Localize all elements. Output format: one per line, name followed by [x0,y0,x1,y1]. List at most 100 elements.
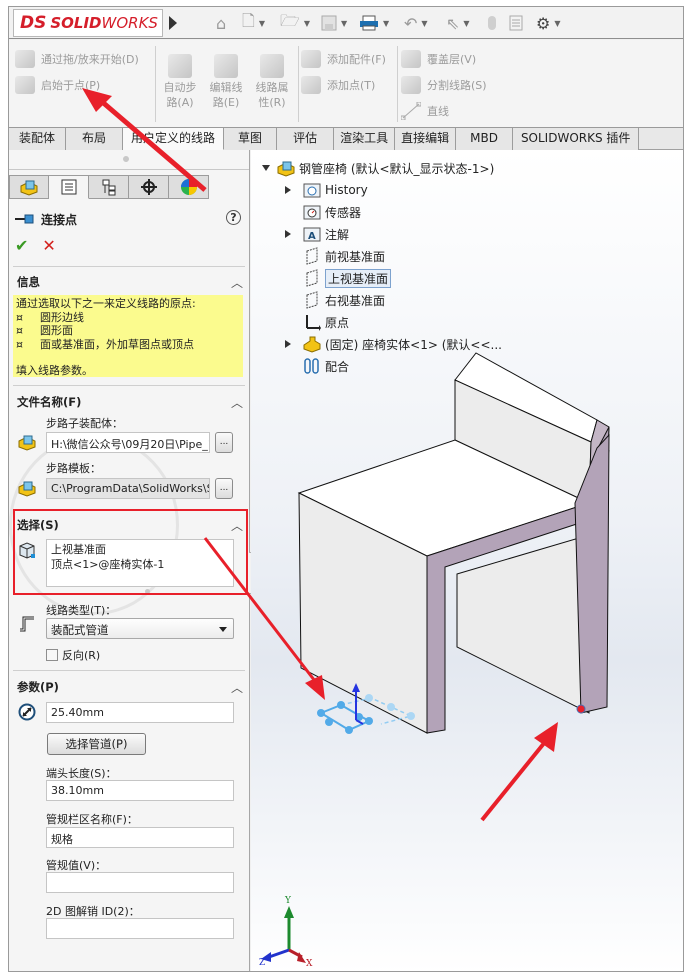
select-pipe-button[interactable]: 选择管道(P) [47,733,146,755]
reverse-checkbox[interactable] [46,649,58,661]
browse-sub-assembly-button[interactable]: ... [215,432,233,453]
collapse-chevron-icon[interactable]: ︿ [231,394,243,411]
save-icon[interactable]: ▼ [321,13,347,33]
dimxpert-manager-tab[interactable] [129,175,169,199]
ribbon-separator [397,46,398,122]
edit-route-button[interactable]: 编辑线 路(E) [203,54,249,110]
collapse-chevron-icon[interactable]: ︿ [231,274,243,291]
add-fitting-label: 添加配件(F) [327,53,386,66]
tab-solidworks-addins[interactable]: SOLIDWORKS 插件 [512,128,640,150]
graphics-viewport[interactable]: 钢管座椅 (默认<默认_显示状态-1>) History 传感器 A 注解 前视… [251,150,684,972]
info-bullet: ¤ 圆形面 [16,324,240,338]
selection-item[interactable]: 顶点<1>@座椅实体-1 [51,557,229,572]
view-triad: Y Z X [259,896,313,969]
template-path-input[interactable]: C:\ProgramData\SolidWorks\SOLIDWORKS [46,478,210,499]
triad-x-label: X [306,959,313,969]
info-intro: 通过选取以下之一来定义线路的原点: [16,297,196,310]
selection-cube-icon [19,542,35,559]
inner-back-panel [456,534,590,714]
info-bullet-text: 圆形边线 [40,310,84,324]
add-point-button[interactable]: 添加点(T) [301,76,375,94]
spec-column-label: 管规栏区名称(F)： [46,813,138,826]
print-icon[interactable]: ▼ [359,13,389,33]
open-file-icon[interactable]: 🗁 ▼ [280,11,310,33]
split-route-icon [401,76,421,94]
tab-layout[interactable]: 布局 [66,128,124,150]
spec-column-input[interactable]: 规格 [46,827,234,848]
list-resize-grip-icon[interactable] [145,589,150,594]
collapse-chevron-icon[interactable]: ︿ [231,679,243,696]
assembly-icon [18,481,36,497]
browse-template-button[interactable]: ... [215,478,233,499]
tab-direct-editing[interactable]: 直接编辑 [395,128,457,150]
cancel-x-button[interactable]: ✕ [42,236,55,255]
chevron-down-icon [219,627,227,632]
panel-splitter[interactable] [9,150,249,170]
start-at-point-button[interactable]: 启始于点(P) [15,76,100,94]
add-fitting-button[interactable]: 添加配件(F) [301,50,386,68]
route-props-label-2: 性(R) [258,96,286,109]
solidworks-logo[interactable]: DS SOLID WORKS [13,9,163,37]
help-icon[interactable]: ? [226,210,241,225]
bullet-icon: ¤ [16,324,23,337]
home-icon[interactable]: ⌂ [216,13,226,33]
reverse-checkbox-row[interactable]: 反向(R) [46,647,100,663]
parameters-group-header[interactable]: 参数(P) ︿ [17,679,243,695]
menu-expand-arrow-icon[interactable] [169,16,177,30]
sub-assembly-path-input[interactable]: H:\微信公众号\09月20日\Pipe_1 [46,432,210,453]
tab-render-tools[interactable]: 渲染工具 [334,128,396,150]
sub-assembly-label: 步路子装配体： [46,417,123,430]
route-type-dropdown[interactable]: 装配式管道 [46,618,234,639]
brand-bold: SOLID [50,14,102,32]
line-icon [400,101,422,121]
info-group-header[interactable]: 信息 ︿ [17,274,243,290]
info-message-box: 通过选取以下之一来定义线路的原点: ¤ 圆形边线 ¤ 圆形面 ¤ 面或基准面，外加草图… [13,295,243,377]
configuration-manager-tab[interactable] [89,175,129,199]
chair-model[interactable]: Y Z X [251,150,684,972]
select-pointer-icon[interactable]: ⇖ ▼ [446,13,470,33]
route-type-label: 线路类型(T)： [46,604,117,617]
traffic-light-icon[interactable] [487,13,497,33]
file-properties-icon[interactable] [509,13,523,33]
solidworks-window: DS SOLID WORKS ⌂ 🗋 ▼ 🗁 ▼ ▼ ▼ ↶ ▼ ⇖ ▼ ⚙ ▼ 通过拖/放… [8,6,684,972]
collapse-chevron-icon[interactable]: ︿ [231,517,243,534]
start-at-point-label: 启始于点(P) [41,79,101,92]
route-type-pipe-icon [20,616,34,632]
drag-drop-start-label: 通过拖/放来开始(D) [41,53,139,66]
end-length-input[interactable]: 38.10mm [46,780,234,801]
diameter-input[interactable]: 25.40mm [46,702,234,723]
tab-mbd[interactable]: MBD [456,128,513,150]
undo-icon[interactable]: ↶ ▼ [404,13,428,33]
tab-evaluate[interactable]: 评估 [277,128,335,150]
new-file-icon[interactable]: 🗋 ▼ [242,11,265,33]
route-type-value: 装配式管道 [51,623,109,637]
edit-route-icon [214,54,238,78]
line-button[interactable]: 直线 [400,101,449,121]
cover-icon [401,50,421,68]
split-route-button[interactable]: 分割线路(S) [401,76,487,94]
file-name-group-header[interactable]: 文件名称(F) ︿ [17,394,243,410]
display-manager-tab[interactable] [169,175,209,199]
start-point-icon [15,76,35,94]
cover-button[interactable]: 覆盖层(V) [401,50,476,68]
selection-item[interactable]: 上视基准面 [51,542,229,557]
drag-drop-start-button[interactable]: 通过拖/放来开始(D) [15,50,139,68]
selection-group-header[interactable]: 选择(S) ︿ [17,517,243,533]
options-gear-icon[interactable]: ⚙ ▼ [536,13,561,33]
property-manager-tab[interactable] [49,175,89,199]
drawing-id-input[interactable] [46,918,234,939]
tab-sketch[interactable]: 草图 [224,128,278,150]
feature-manager-tab[interactable] [9,175,49,199]
line-label: 直线 [427,105,449,118]
assembly-icon [18,435,36,451]
title-bar: DS SOLID WORKS ⌂ 🗋 ▼ 🗁 ▼ ▼ ▼ ↶ ▼ ⇖ ▼ ⚙ ▼ [9,7,683,39]
route-properties-button[interactable]: 线路属 性(R) [249,54,295,110]
tab-assembly[interactable]: 装配体 [9,128,67,150]
auto-route-button[interactable]: 自动步 路(A) [157,54,203,110]
spec-value-input[interactable] [46,872,234,893]
tab-user-defined-route[interactable]: 用户定义的线路 [123,128,225,150]
property-manager-panel: 连接点 ? ✔ ✕ 信息 ︿ 通过选取以下之一来定义线路的原点: ¤ 圆形边线 ¤… [9,150,250,971]
selection-list-box[interactable]: 上视基准面 顶点<1>@座椅实体-1 [46,539,234,587]
route-properties-icon [260,54,284,78]
ok-checkmark-button[interactable]: ✔ [15,236,28,255]
